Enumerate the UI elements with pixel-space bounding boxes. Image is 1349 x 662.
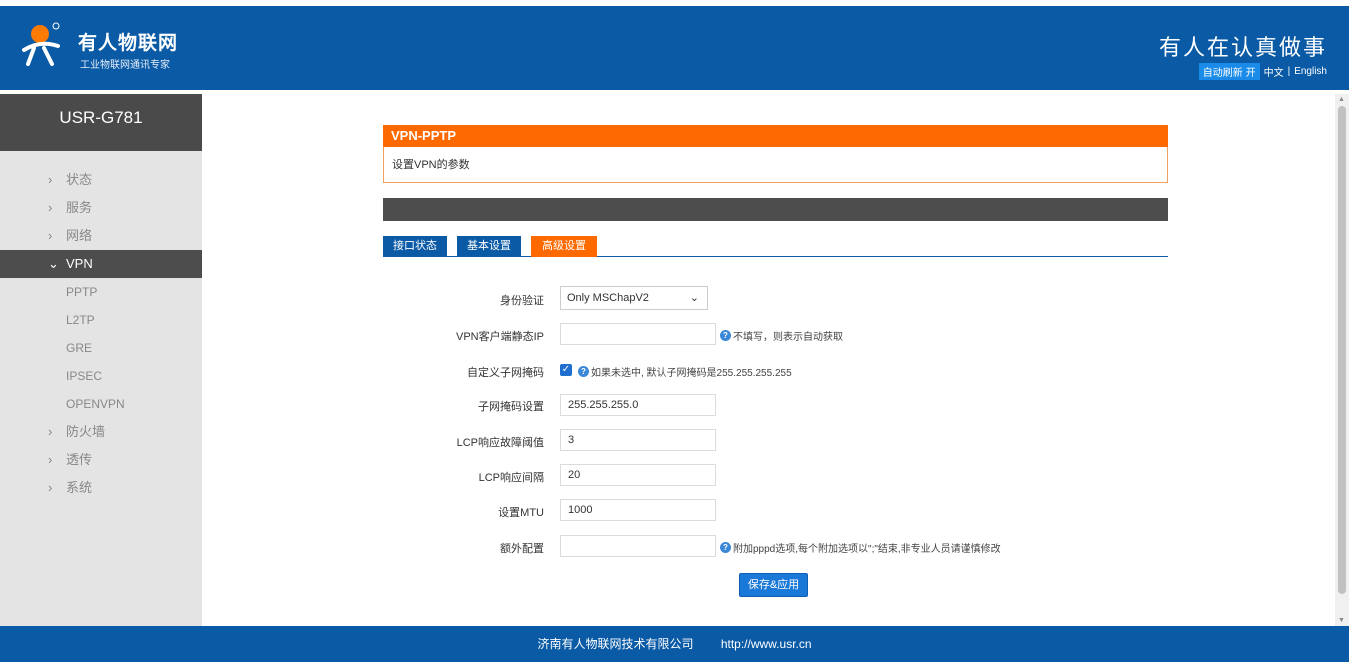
mask-input[interactable]: 255.255.255.0 [560, 394, 716, 416]
scroll-down-icon[interactable]: ▼ [1338, 617, 1345, 624]
chevron-down-icon: ⌄ [689, 292, 699, 304]
sidebar-subitem-ipsec[interactable]: IPSEC [0, 362, 202, 390]
sidebar-subitem-pptp[interactable]: PPTP [0, 278, 202, 306]
chevron-right-icon: › [48, 228, 53, 243]
auth-select[interactable]: Only MSChapV2 ⌄ [560, 286, 708, 310]
chevron-down-icon: ⌄ [48, 256, 59, 271]
footer-url[interactable]: http://www.usr.cn [721, 637, 812, 651]
sidebar-item-label: 状态 [66, 172, 93, 187]
help-icon: ? [720, 330, 731, 341]
extra-config-hint-text: 附加pppd选项,每个附加选项以";"结束,非专业人员请谨慎修改 [733, 544, 1001, 555]
lcp-threshold-label: LCP响应故障阈值 [456, 437, 544, 449]
custom-mask-label: 自定义子网掩码 [467, 367, 544, 379]
footer: 济南有人物联网技术有限公司 http://www.usr.cn [0, 626, 1349, 662]
slogan: 有人在认真做事 [1158, 35, 1327, 60]
panel-title: VPN-PPTP [383, 125, 1168, 147]
tab-interface-status[interactable]: 接口状态 [383, 236, 447, 257]
scroll-up-icon[interactable]: ▲ [1338, 96, 1345, 103]
vertical-scrollbar[interactable]: ▲ ▼ [1335, 94, 1349, 626]
brand-subtitle: 工业物联网通讯专家 [80, 60, 170, 71]
lcp-interval-label: LCP响应间隔 [478, 472, 544, 484]
section-divider-bar [383, 198, 1168, 221]
sidebar-item-system[interactable]: › 系统 [0, 474, 202, 502]
panel-description: 设置VPN的参数 [383, 147, 1168, 183]
tab-advanced-settings[interactable]: 高级设置 [531, 236, 597, 257]
chevron-right-icon: › [48, 172, 53, 187]
mtu-input[interactable]: 1000 [560, 499, 716, 521]
help-icon: ? [720, 542, 731, 553]
chevron-right-icon: › [48, 424, 53, 439]
sidebar-subitem-l2tp[interactable]: L2TP [0, 306, 202, 334]
sidebar-item-label: 系统 [66, 480, 93, 495]
sidebar-item-label: 防火墙 [66, 424, 106, 439]
lang-en-link[interactable]: English [1294, 66, 1327, 77]
extra-config-hint: ? 附加pppd选项,每个附加选项以";"结束,非专业人员请谨慎修改 [720, 540, 1001, 555]
sidebar-item-status[interactable]: › 状态 [0, 166, 202, 194]
lcp-threshold-input[interactable]: 3 [560, 429, 716, 451]
sidebar-item-network[interactable]: › 网络 [0, 222, 202, 250]
top-header: 有人物联网 工业物联网通讯专家 有人在认真做事 自动刷新 开 中文 | Engl… [0, 0, 1349, 90]
auth-select-value: Only MSChapV2 [567, 292, 649, 304]
scrollbar-thumb[interactable] [1338, 106, 1346, 594]
sidebar: USR-G781 › 状态 › 服务 › 网络 ⌄ VPN PPTP L2TP … [0, 94, 202, 626]
tab-bar: 接口状态 基本设置 高级设置 [383, 236, 1168, 257]
chevron-right-icon: › [48, 452, 53, 467]
sidebar-subitem-openvpn[interactable]: OPENVPN [0, 390, 202, 418]
auth-label: 身份验证 [500, 295, 544, 307]
extra-config-label: 额外配置 [500, 543, 544, 555]
auto-refresh-toggle[interactable]: 自动刷新 开 [1198, 63, 1260, 80]
sidebar-item-label: 服务 [66, 200, 93, 215]
lang-zh-link[interactable]: 中文 [1264, 64, 1284, 79]
sidebar-item-services[interactable]: › 服务 [0, 194, 202, 222]
header-links: 自动刷新 开 中文 | English [1198, 63, 1327, 80]
mtu-label: 设置MTU [498, 507, 544, 519]
sidebar-item-label: 透传 [66, 452, 93, 467]
lang-separator: | [1287, 66, 1291, 77]
custom-mask-checkbox[interactable]: ✓ [560, 364, 572, 376]
help-icon: ? [578, 366, 589, 377]
sidebar-item-firewall[interactable]: › 防火墙 [0, 418, 202, 446]
custom-mask-hint: ? 如果未选中, 默认子网掩码是255.255.255.255 [578, 364, 792, 379]
static-ip-hint-text: 不填写，则表示自动获取 [733, 332, 843, 343]
static-ip-hint: ? 不填写，则表示自动获取 [720, 328, 843, 343]
device-name: USR-G781 [0, 94, 202, 151]
tab-basic-settings[interactable]: 基本设置 [457, 236, 521, 257]
static-ip-label: VPN客户端静态IP [455, 331, 544, 343]
static-ip-input[interactable] [560, 323, 716, 345]
sidebar-item-label: 网络 [66, 228, 93, 243]
mask-label: 子网掩码设置 [478, 401, 544, 413]
sidebar-item-label: VPN [66, 256, 93, 271]
lcp-interval-input[interactable]: 20 [560, 464, 716, 486]
main-content: VPN-PPTP 设置VPN的参数 接口状态 基本设置 高级设置 身份验证 On… [202, 94, 1335, 626]
save-apply-button[interactable]: 保存&应用 [739, 573, 808, 597]
sidebar-nav: › 状态 › 服务 › 网络 ⌄ VPN PPTP L2TP GRE IPSEC… [0, 166, 202, 502]
sidebar-subitem-gre[interactable]: GRE [0, 334, 202, 362]
sidebar-item-transparent[interactable]: › 透传 [0, 446, 202, 474]
usr-logo-icon [22, 22, 60, 66]
footer-company: 济南有人物联网技术有限公司 [537, 637, 694, 651]
sidebar-item-vpn[interactable]: ⌄ VPN [0, 250, 202, 278]
brand-name: 有人物联网 [78, 33, 179, 54]
chevron-right-icon: › [48, 480, 53, 495]
chevron-right-icon: › [48, 200, 53, 215]
extra-config-input[interactable] [560, 535, 716, 557]
custom-mask-hint-text: 如果未选中, 默认子网掩码是255.255.255.255 [591, 368, 792, 379]
